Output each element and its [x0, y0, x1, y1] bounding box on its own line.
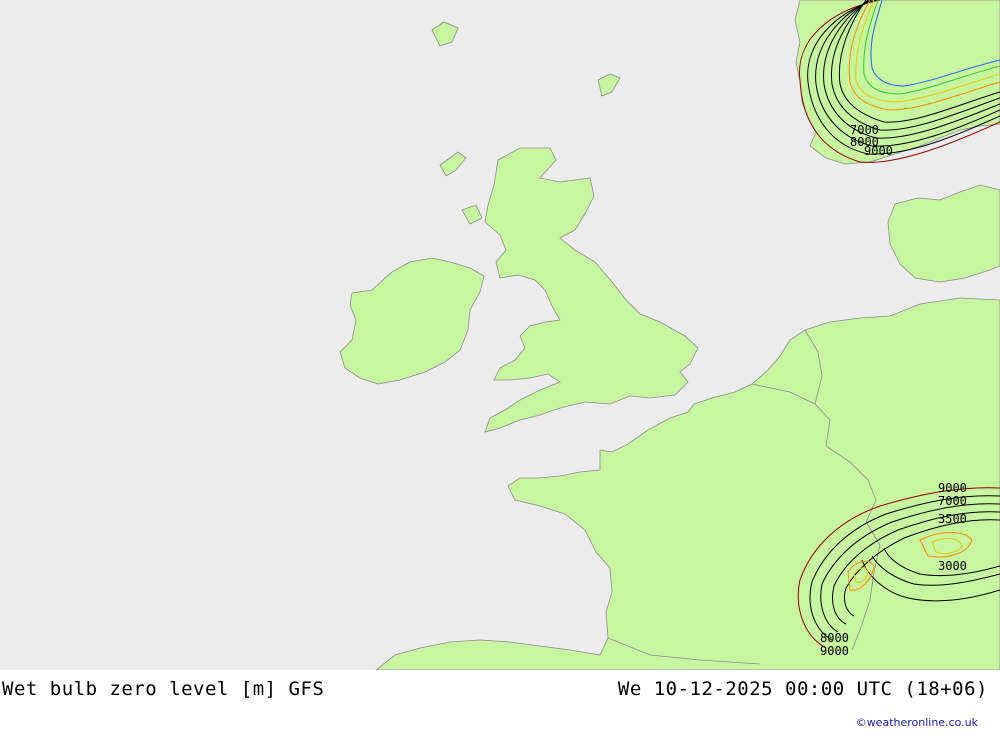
label-alps-3000: 3000 — [938, 559, 967, 573]
land-great-britain — [484, 147, 699, 433]
land-shetland — [597, 73, 621, 97]
label-norway-7000: 7000 — [850, 123, 879, 137]
label-pyrenees-9000: 9000 — [820, 644, 849, 658]
credit-link[interactable]: ©weatheronline.co.uk — [856, 716, 978, 729]
land-denmark — [887, 184, 1000, 283]
land-islay — [461, 204, 483, 225]
label-alps-7000: 7000 — [938, 494, 967, 508]
label-norway-8000: 8000 — [850, 135, 879, 149]
weather-map: 9000 8000 7000 9000 7000 3500 3000 8000 … — [0, 0, 1000, 670]
map-footer: Wet bulb zero level [m] GFS We 10-12-202… — [0, 670, 1000, 733]
map-title: Wet bulb zero level [m] GFS — [2, 678, 325, 700]
map-datetime: We 10-12-2025 00:00 UTC (18+06) — [617, 678, 988, 700]
map-canvas: 9000 8000 7000 9000 7000 3500 3000 8000 … — [339, 0, 1000, 670]
land-hebrides — [439, 151, 467, 177]
land-ireland — [339, 257, 485, 385]
label-alps-3500: 3500 — [938, 512, 967, 526]
label-alps-9000: 9000 — [938, 481, 967, 495]
label-pyrenees-8000: 8000 — [820, 631, 849, 645]
land-norway — [794, 0, 1000, 165]
land-faroe — [431, 21, 459, 47]
